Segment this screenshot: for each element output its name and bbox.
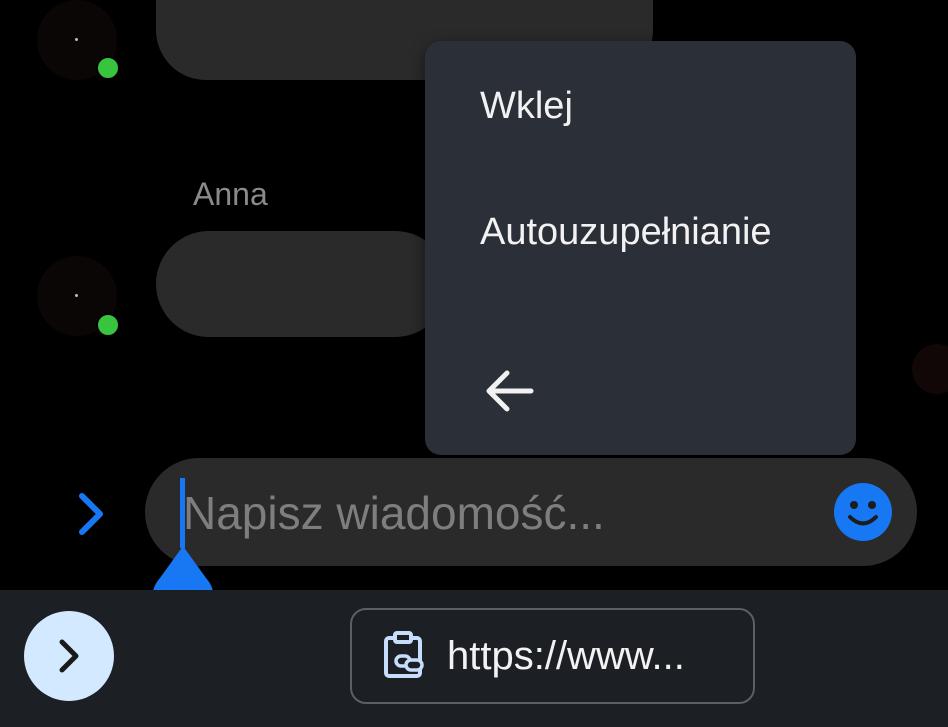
online-indicator [96,313,120,337]
clipboard-suggestion-text: https://www... [447,634,685,678]
chevron-right-icon [59,639,79,673]
message-input[interactable]: Napisz wiadomość... [145,458,917,566]
message-bubble[interactable] [156,231,448,337]
sender-name: Anna [193,176,268,212]
text-cursor [180,478,185,548]
keyboard-suggestion-bar: https://www... [0,590,948,727]
expand-toolbar-button[interactable] [24,611,114,701]
clipboard-link-icon [380,630,430,680]
message-input-placeholder: Napisz wiadomość... [183,487,605,539]
read-receipt-avatar [912,344,948,394]
online-indicator [96,56,120,80]
smiley-icon[interactable] [833,482,893,542]
clipboard-suggestion-chip[interactable]: https://www... [350,608,755,704]
paste-menu-item[interactable]: Wklej [480,85,573,128]
arrow-left-icon[interactable] [481,363,537,419]
autofill-menu-item[interactable]: Autouzupełnianie [480,211,772,254]
chevron-right-icon[interactable] [72,488,112,540]
text-selection-menu: Wklej Autouzupełnianie [425,41,856,455]
